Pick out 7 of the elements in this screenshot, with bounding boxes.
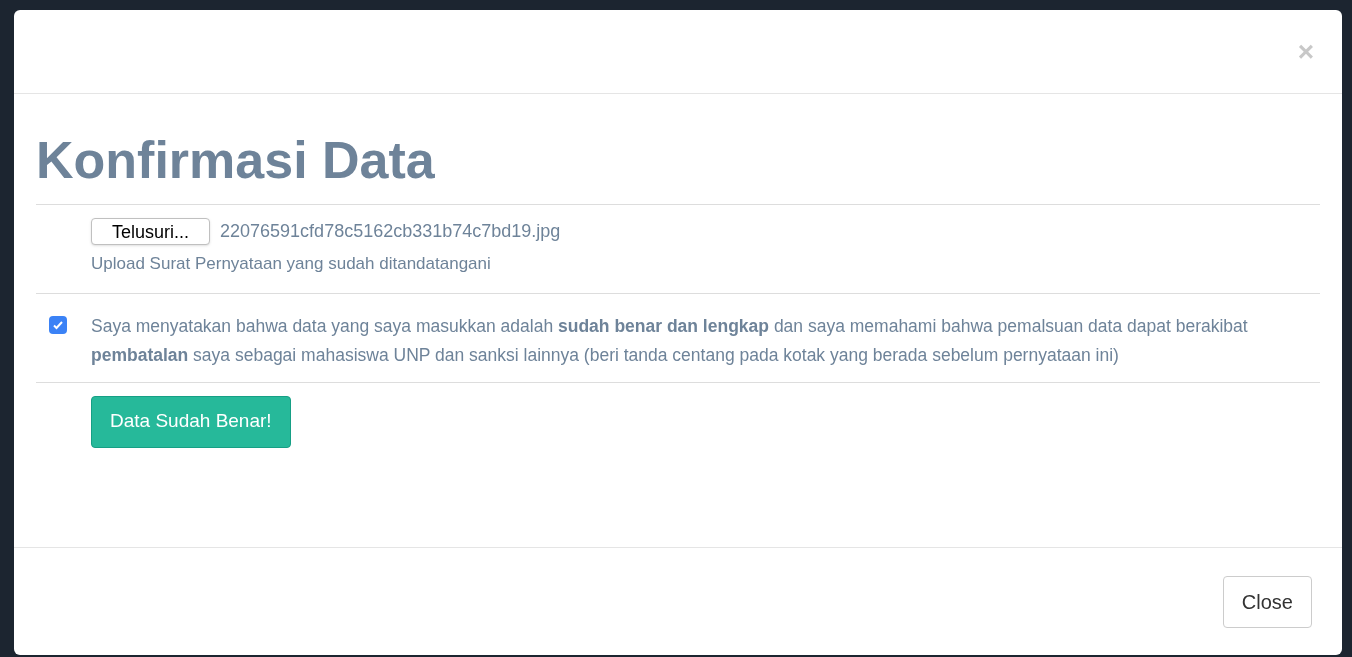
agreement-checkbox[interactable] (49, 315, 67, 334)
agreement-text: Saya menyatakan bahwa data yang saya masukkan adalah sudah benar dan lengkap dan saya memahami bahwa pemalsuan data dapat berakibat pembatalan saya sebagai mahasiswa UNP dan sanksi lainnya (beri tanda centang pada kotak yang berada sebelum pernyataan ini) (91, 314, 1249, 367)
modal-title: Konfirmasi Data (36, 134, 1320, 205)
help-text: Upload Surat Pernyataan yang sudah ditandatangani (91, 253, 492, 275)
file-name: 22076591cfd78c5162cb331b74c7bd19.jpg (220, 220, 561, 243)
browse-button[interactable]: Telusuri... (91, 218, 211, 245)
close-button[interactable]: Close (1222, 575, 1312, 628)
